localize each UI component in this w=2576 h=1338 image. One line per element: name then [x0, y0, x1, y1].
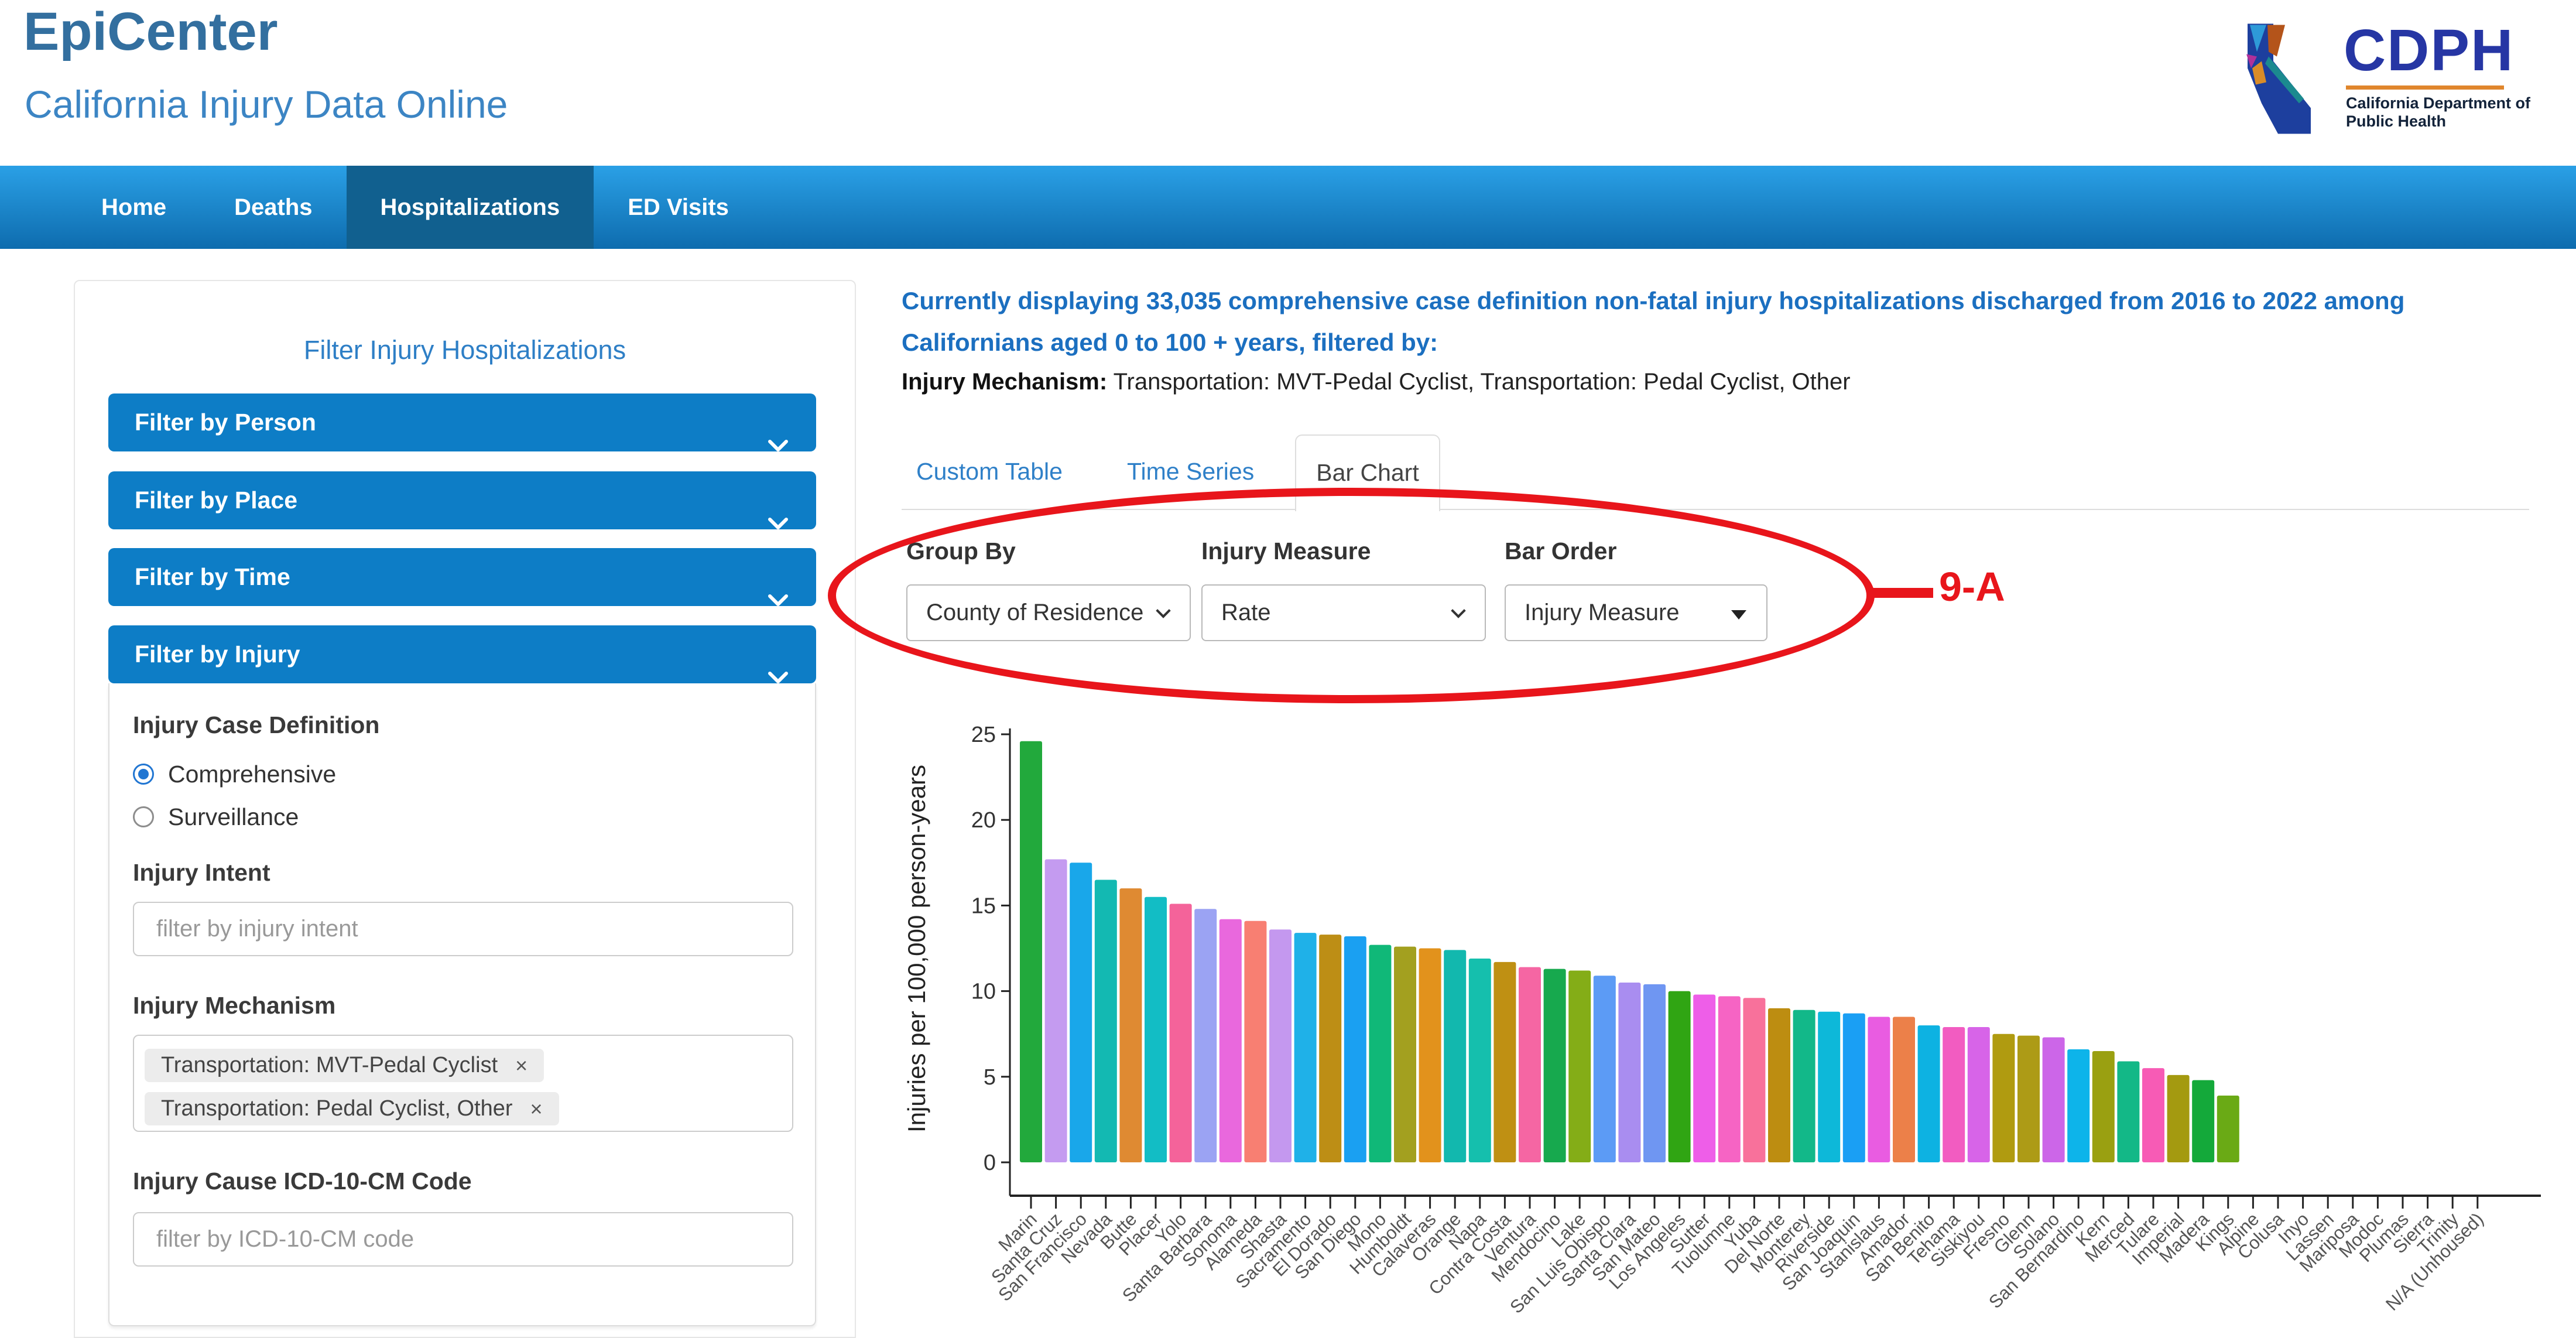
tab-bar-chart[interactable]: Bar Chart [1295, 434, 1440, 511]
chevron-down-icon [1451, 603, 1465, 618]
tabs-divider [902, 509, 2529, 510]
bar-order-label: Bar Order [1505, 538, 1616, 565]
tag-label: Transportation: MVT-Pedal Cyclist [161, 1053, 498, 1078]
svg-text:20: 20 [971, 808, 996, 833]
logo-org-line2: Public Health [2346, 112, 2530, 131]
selected-value: County of Residence [926, 600, 1143, 625]
injury-rate-bar-chart: Injuries per 100,000 person-years 0 5 10 15 2… [902, 720, 2576, 1338]
page-subtitle: California Injury Data Online [25, 82, 508, 126]
filter-value: Transportation: MVT-Pedal Cyclist, Trans… [1114, 369, 1851, 395]
page-title: EpiCenter [23, 1, 278, 63]
accordion-label: Filter by Person [135, 409, 316, 436]
accordion-label: Filter by Time [135, 563, 290, 590]
accordion-filter-by-injury[interactable]: Filter by Injury [108, 625, 816, 683]
mechanism-tag: Transportation: Pedal Cyclist, Other × [145, 1092, 559, 1125]
applied-filters-line: Injury Mechanism: Transportation: MVT-Pe… [902, 369, 2541, 395]
chevron-down-icon [768, 570, 788, 628]
selected-value: Rate [1221, 600, 1271, 625]
svg-text:10: 10 [971, 980, 996, 1004]
main-nav: Home Deaths Hospitalizations ED Visits [0, 166, 2576, 249]
injury-mechanism-multiselect[interactable]: Transportation: MVT-Pedal Cyclist × Tran… [133, 1035, 793, 1132]
accordion-filter-by-place[interactable]: Filter by Place [108, 471, 816, 529]
injury-intent-heading: Injury Intent [133, 859, 270, 887]
radio-selected-icon [133, 764, 154, 785]
nav-item-deaths[interactable]: Deaths [200, 166, 346, 249]
injury-measure-select[interactable]: Rate [1201, 584, 1486, 641]
bar-order-select[interactable]: Injury Measure [1505, 584, 1767, 641]
close-icon[interactable]: × [515, 1055, 527, 1076]
svg-text:5: 5 [984, 1065, 996, 1090]
svg-text:0: 0 [984, 1151, 996, 1175]
filter-panel-title: Filter Injury Hospitalizations [75, 335, 855, 365]
close-icon[interactable]: × [530, 1099, 543, 1120]
nav-item-ed-visits[interactable]: ED Visits [594, 166, 763, 249]
radio-comprehensive[interactable]: Comprehensive [133, 761, 336, 787]
accordion-filter-by-person[interactable]: Filter by Person [108, 393, 816, 451]
chevron-down-icon [768, 416, 788, 474]
chevron-down-icon [1156, 603, 1170, 618]
injury-measure-label: Injury Measure [1201, 538, 1371, 565]
svg-text:25: 25 [971, 723, 996, 747]
filter-by-injury-body: Injury Case Definition Comprehensive Sur… [108, 683, 816, 1326]
radio-label: Comprehensive [168, 761, 336, 788]
group-by-label: Group By [906, 538, 1016, 565]
radio-label: Surveillance [168, 803, 299, 831]
icd-code-heading: Injury Cause ICD-10-CM Code [133, 1168, 472, 1195]
chevron-down-icon [768, 494, 788, 552]
tab-custom-table[interactable]: Custom Table [916, 434, 1063, 508]
epicenter-app: EpiCenter California Injury Data Online … [0, 0, 2576, 1338]
tag-label: Transportation: Pedal Cyclist, Other [161, 1096, 513, 1121]
case-definition-heading: Injury Case Definition [133, 711, 379, 739]
cdph-acronym: CDPH [2344, 21, 2530, 80]
accordion-label: Filter by Place [135, 487, 297, 514]
nav-item-home[interactable]: Home [67, 166, 200, 249]
svg-text:Injuries per 100,000 person-ye: Injuries per 100,000 person-years [903, 765, 930, 1132]
cdph-logo: CDPH California Department of Public Hea… [2238, 21, 2530, 144]
injury-intent-input[interactable] [133, 902, 793, 956]
logo-org-line1: California Department of [2346, 94, 2530, 112]
filter-label: Injury Mechanism: [902, 369, 1107, 395]
selected-value: Injury Measure [1525, 600, 1680, 625]
icd-code-input[interactable] [133, 1212, 793, 1267]
mechanism-tag: Transportation: MVT-Pedal Cyclist × [145, 1049, 544, 1082]
nav-item-hospitalizations[interactable]: Hospitalizations [347, 166, 594, 249]
annotation-connector [1872, 588, 1933, 598]
results-summary: Currently displaying 33,035 comprehensiv… [902, 280, 2541, 363]
annotation-label: 9-A [1939, 563, 2005, 610]
group-by-select[interactable]: County of Residence [906, 584, 1191, 641]
injury-mechanism-heading: Injury Mechanism [133, 992, 335, 1019]
radio-unselected-icon [133, 806, 154, 827]
logo-divider [2346, 85, 2504, 90]
accordion-filter-by-time[interactable]: Filter by Time [108, 548, 816, 606]
svg-text:15: 15 [971, 894, 996, 918]
radio-surveillance[interactable]: Surveillance [133, 804, 299, 830]
california-state-icon [2238, 21, 2332, 144]
dropdown-arrow-icon [1731, 610, 1746, 620]
filter-panel: Filter Injury Hospitalizations Filter by… [74, 280, 856, 1338]
tab-time-series[interactable]: Time Series [1127, 434, 1254, 508]
accordion-label: Filter by Injury [135, 641, 300, 668]
